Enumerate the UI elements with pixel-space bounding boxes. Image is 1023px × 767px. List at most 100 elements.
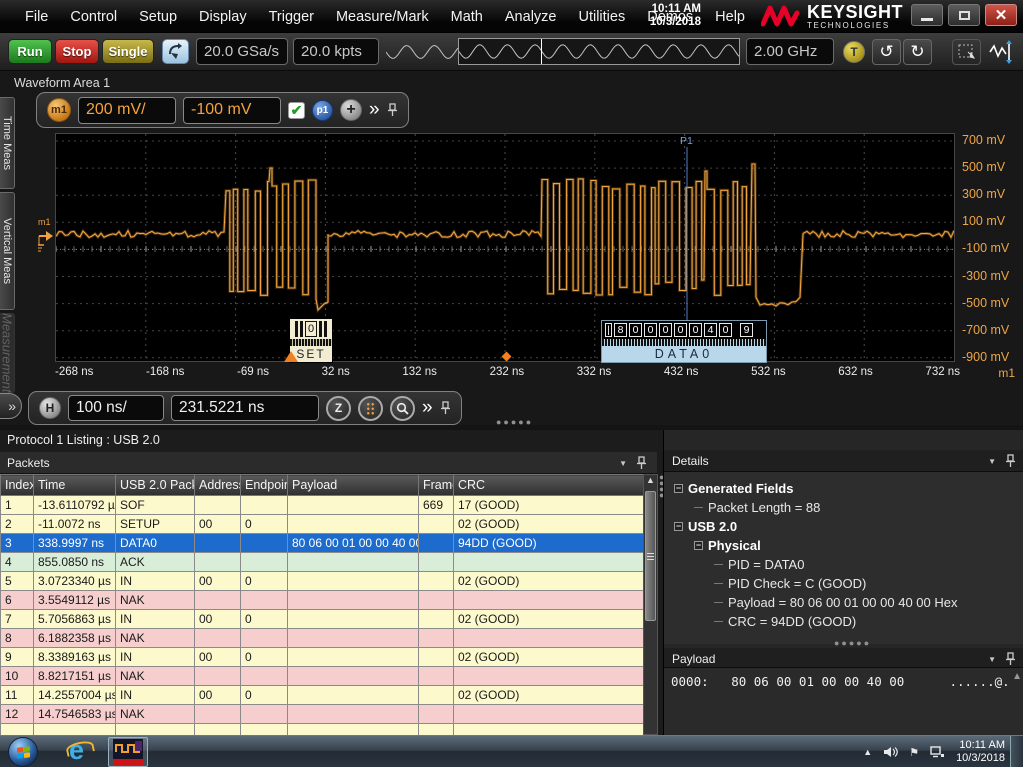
- waveform-tool-button[interactable]: [986, 39, 1015, 65]
- network-icon[interactable]: [930, 746, 945, 758]
- column-header[interactable]: Payload: [288, 475, 419, 496]
- touch-button[interactable]: [162, 39, 189, 64]
- scrollbar-thumb[interactable]: [645, 491, 656, 621]
- pin-icon[interactable]: [440, 401, 451, 415]
- zoom-mode-button[interactable]: Z: [326, 396, 351, 421]
- minimize-button[interactable]: [911, 4, 943, 26]
- horizontal-expander-button[interactable]: »: [0, 393, 22, 419]
- expand-chevrons-icon[interactable]: »: [369, 100, 380, 119]
- redo-button[interactable]: ↻: [903, 39, 932, 65]
- packet-row[interactable]: 3338.9997 nsDATA080 06 00 01 00 00 40 00…: [1, 534, 644, 553]
- search-zoom-button[interactable]: [390, 396, 415, 421]
- show-desktop-button[interactable]: [1010, 736, 1023, 767]
- collapse-icon[interactable]: −: [694, 541, 703, 550]
- tab-measurement[interactable]: Measurement: [0, 313, 15, 393]
- horizontal-chevrons-icon[interactable]: »: [422, 398, 433, 417]
- timebase-scale-field[interactable]: 100 ns/: [68, 395, 164, 421]
- packet-row[interactable]: 4855.0850 nsACK: [1, 553, 644, 572]
- trigger-badge[interactable]: T: [843, 41, 865, 63]
- packet-row[interactable]: 108.8217151 µsNAK: [1, 667, 644, 686]
- menu-analyze[interactable]: Analyze: [494, 2, 568, 32]
- probe-p1-badge[interactable]: p1: [312, 100, 333, 121]
- column-header[interactable]: USB 2.0 Packet: [116, 475, 195, 496]
- memory-depth-field[interactable]: 20.0 kpts: [293, 38, 379, 65]
- packet-row[interactable]: 53.0723340 µsIN00002 (GOOD): [1, 572, 644, 591]
- payload-hex-view[interactable]: 0000: 80 06 00 01 00 00 40 00 ......@. ▲: [664, 668, 1023, 735]
- packets-scrollbar[interactable]: ▲: [643, 474, 658, 735]
- dots-display-button[interactable]: [358, 396, 383, 421]
- packet-row[interactable]: 75.7056863 µsIN00002 (GOOD): [1, 610, 644, 629]
- waveform-plot[interactable]: P1 0 SET |800000409 DATA0: [55, 133, 955, 362]
- start-button[interactable]: [8, 737, 38, 767]
- infiniium-taskbar-button[interactable]: [108, 737, 148, 767]
- scroll-up-icon[interactable]: ▲: [644, 475, 657, 485]
- pin-icon[interactable]: [636, 456, 647, 470]
- maximize-button[interactable]: [948, 4, 980, 26]
- tab-vertical-meas[interactable]: Vertical Meas: [0, 192, 15, 310]
- pin-icon[interactable]: [387, 103, 398, 117]
- single-button[interactable]: Single: [102, 39, 154, 64]
- details-dropdown-icon[interactable]: ▼: [988, 457, 996, 466]
- tab-time-meas[interactable]: Time Meas: [0, 97, 15, 189]
- memory-window-preview[interactable]: [458, 38, 740, 65]
- region-select-button[interactable]: [952, 39, 981, 65]
- packet-row[interactable]: 1214.7546583 µsNAK: [1, 705, 644, 724]
- pin-icon[interactable]: [1005, 652, 1016, 666]
- menu-math[interactable]: Math: [440, 2, 494, 32]
- tree-item[interactable]: −Physical: [664, 536, 1023, 555]
- undo-icon: ↺: [879, 42, 893, 62]
- column-header[interactable]: Index: [1, 475, 34, 496]
- column-header[interactable]: Endpoint: [241, 475, 288, 496]
- packet-row[interactable]: 2-11.0072 nsSETUP00002 (GOOD): [1, 515, 644, 534]
- stop-button[interactable]: Stop: [55, 39, 99, 64]
- payload-scroll-up-icon[interactable]: ▲: [1012, 671, 1022, 682]
- column-header[interactable]: Address: [195, 475, 241, 496]
- channel-ground-marker[interactable]: m1: [38, 217, 54, 255]
- vertical-scale-field[interactable]: 200 mV/: [78, 97, 176, 124]
- undo-button[interactable]: ↺: [872, 39, 901, 65]
- internet-explorer-button[interactable]: e: [66, 738, 96, 766]
- packet-row[interactable]: 98.3389163 µsIN00002 (GOOD): [1, 648, 644, 667]
- packet-row[interactable]: 1114.2557004 µsIN00002 (GOOD): [1, 686, 644, 705]
- menu-control[interactable]: Control: [59, 2, 128, 32]
- decode-bubble-data0[interactable]: |800000409 DATA0: [601, 320, 767, 363]
- channel-m1-badge[interactable]: m1: [47, 98, 71, 122]
- packet-row[interactable]: 63.5549112 µsNAK: [1, 591, 644, 610]
- packet-row[interactable]: 1-13.6110792 µsSOF66917 (GOOD): [1, 496, 644, 515]
- add-waveform-button[interactable]: +: [340, 99, 362, 121]
- payload-splitter-grip[interactable]: ●●●●●: [834, 641, 871, 646]
- packet-row[interactable]: [1, 724, 644, 736]
- run-button[interactable]: Run: [8, 39, 52, 64]
- collapse-icon[interactable]: −: [674, 484, 683, 493]
- collapse-icon[interactable]: −: [674, 522, 683, 531]
- tray-clock[interactable]: 10:11 AM 10/3/2018: [956, 739, 1005, 765]
- column-header[interactable]: CRC: [454, 475, 644, 496]
- menu-setup[interactable]: Setup: [128, 2, 188, 32]
- vertical-offset-field[interactable]: -100 mV: [183, 97, 281, 124]
- menu-file[interactable]: File: [14, 2, 59, 32]
- pin-icon[interactable]: [1005, 454, 1016, 468]
- menu-trigger[interactable]: Trigger: [258, 2, 325, 32]
- close-button[interactable]: ✕: [985, 4, 1017, 26]
- keysight-logo: KEYSIGHT TECHNOLOGIES: [761, 2, 903, 30]
- splitter-grip[interactable]: ●●●●●: [496, 420, 533, 425]
- sample-rate-field[interactable]: 20.0 GSa/s: [196, 38, 288, 65]
- tree-item[interactable]: −USB 2.0: [664, 517, 1023, 536]
- action-center-flag-icon[interactable]: ⚑: [909, 746, 919, 759]
- packets-dropdown-icon[interactable]: ▼: [619, 459, 627, 468]
- channel-visible-checkbox[interactable]: ✔: [288, 102, 305, 119]
- menu-utilities[interactable]: Utilities: [567, 2, 636, 32]
- menu-display[interactable]: Display: [188, 2, 258, 32]
- volume-icon[interactable]: [883, 746, 898, 758]
- column-header[interactable]: Frame: [419, 475, 454, 496]
- payload-dropdown-icon[interactable]: ▼: [988, 655, 996, 664]
- packet-row[interactable]: 86.1882358 µsNAK: [1, 629, 644, 648]
- timebase-position-field[interactable]: 231.5221 ns: [171, 395, 319, 421]
- menu-help[interactable]: Help: [704, 2, 756, 32]
- tree-item[interactable]: −Generated Fields: [664, 479, 1023, 498]
- horizontal-badge[interactable]: H: [39, 397, 61, 419]
- menu-measure-mark[interactable]: Measure/Mark: [325, 2, 440, 32]
- bandwidth-field[interactable]: 2.00 GHz: [746, 38, 834, 65]
- tray-expand-icon[interactable]: ▲: [863, 747, 872, 757]
- column-header[interactable]: Time: [34, 475, 116, 496]
